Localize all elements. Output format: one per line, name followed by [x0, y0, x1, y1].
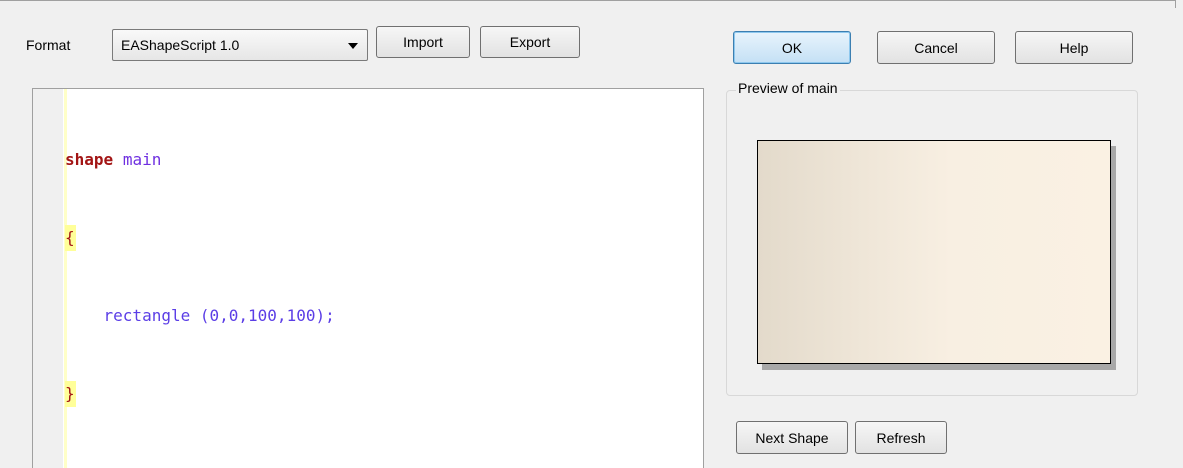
function-args: (0,0,100,100); — [190, 306, 335, 325]
format-label: Format — [26, 37, 71, 53]
refresh-button[interactable]: Refresh — [855, 421, 947, 454]
code-line: rectangle (0,0,100,100); — [65, 303, 335, 329]
ok-button[interactable]: OK — [733, 31, 851, 64]
code-line: } — [65, 381, 335, 407]
chevron-down-icon — [348, 43, 358, 49]
format-select[interactable]: EAShapeScript 1.0 — [112, 29, 368, 61]
code-line: { — [65, 225, 335, 251]
preview-group-label: Preview of main — [736, 80, 840, 96]
preview-shape-rectangle — [757, 140, 1111, 364]
close-brace: } — [65, 381, 76, 407]
code-line: shape main — [65, 147, 335, 173]
help-button[interactable]: Help — [1015, 31, 1133, 64]
shape-name: main — [122, 150, 162, 169]
import-button[interactable]: Import — [376, 26, 470, 58]
format-select-value: EAShapeScript 1.0 — [121, 37, 240, 53]
next-shape-button[interactable]: Next Shape — [736, 421, 848, 454]
window-top-border — [0, 0, 1176, 8]
script-editor[interactable]: shape main { rectangle (0,0,100,100); } — [32, 88, 704, 468]
function-name: rectangle — [103, 306, 191, 325]
cancel-button[interactable]: Cancel — [877, 31, 995, 64]
editor-gutter — [33, 89, 63, 468]
keyword-shape: shape — [65, 150, 114, 169]
open-brace: { — [65, 225, 76, 251]
code-area: shape main { rectangle (0,0,100,100); } — [65, 95, 335, 459]
export-button[interactable]: Export — [480, 26, 580, 58]
